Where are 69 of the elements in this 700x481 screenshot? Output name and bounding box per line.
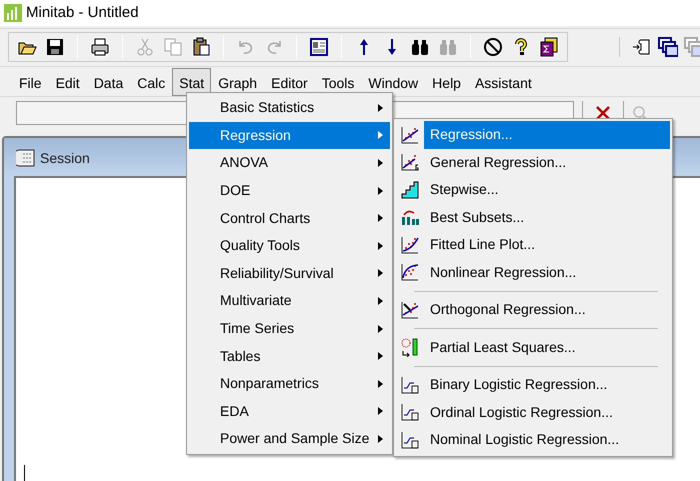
- menu-item[interactable]: Calc: [130, 68, 172, 96]
- menu-item[interactable]: Tools: [314, 68, 362, 96]
- window-icon[interactable]: [309, 36, 329, 56]
- submenu-arrow-icon: [378, 242, 383, 250]
- scroll-arrow-icon[interactable]: [632, 36, 652, 56]
- session-icon: [16, 149, 36, 167]
- windows-icon[interactable]: [658, 36, 678, 56]
- menu-entry[interactable]: Control Charts: [189, 204, 390, 232]
- scatterplot-icon: [400, 152, 420, 172]
- menu-item[interactable]: Window: [361, 68, 426, 96]
- submenu-arrow-icon: [378, 407, 383, 416]
- menu-entry[interactable]: Ordinal Logistic Regression...: [396, 398, 670, 426]
- s-curve-icon: [400, 430, 420, 450]
- curve-plot-icon: [400, 262, 420, 282]
- menu-entry[interactable]: Nominal Logistic Regression...: [396, 426, 670, 454]
- printer-icon[interactable]: [90, 36, 110, 56]
- menu-entry[interactable]: Nonlinear Regression...: [396, 258, 670, 286]
- menu-entry[interactable]: Best Subsets...: [396, 204, 670, 231]
- menu-item[interactable]: Edit: [48, 68, 87, 96]
- menu-item[interactable]: Assistant: [468, 68, 539, 96]
- scatterplot-icon: [400, 300, 420, 320]
- clipboard-icon[interactable]: [191, 36, 211, 56]
- submenu-arrow-icon: [378, 104, 383, 112]
- menu-entry[interactable]: Tables: [189, 342, 390, 370]
- submenu-arrow-icon: [378, 380, 383, 388]
- menu-item[interactable]: Graph: [211, 68, 264, 96]
- curve-plot-icon: [400, 234, 420, 255]
- s-curve-icon: [400, 374, 420, 395]
- menu-entry[interactable]: Stepwise...: [396, 176, 670, 204]
- app-logo-icon: [4, 4, 22, 22]
- submenu-arrow-icon: [378, 131, 383, 140]
- close-icon[interactable]: [595, 104, 611, 120]
- menu-entry[interactable]: ANOVA: [189, 149, 390, 177]
- prohibited-icon[interactable]: [483, 36, 503, 56]
- pages-icon[interactable]: [539, 36, 559, 56]
- menu-entry[interactable]: Reliability/Survival: [189, 260, 390, 288]
- submenu-arrow-icon: [378, 186, 383, 195]
- submenu-arrow-icon: [378, 296, 383, 305]
- submenu-arrow-icon: [378, 352, 383, 360]
- menu-entry[interactable]: Regression: [189, 122, 390, 150]
- submenu-arrow-icon: [378, 269, 383, 278]
- menu-item[interactable]: Data: [86, 68, 130, 96]
- menu-entry[interactable]: General Regression...: [396, 148, 670, 176]
- menu-item[interactable]: File: [12, 68, 49, 96]
- window-title: Minitab - Untitled: [26, 2, 139, 23]
- menu-entry[interactable]: Quality Tools: [189, 232, 390, 260]
- submenu-arrow-icon: [378, 324, 383, 333]
- submenu-arrow-icon: [378, 434, 383, 443]
- menu-entry[interactable]: Power and Sample Size: [189, 425, 390, 453]
- submenu-arrow-icon: [378, 214, 383, 222]
- menu-entry[interactable]: Basic Statistics: [189, 94, 390, 122]
- submenu-arrow-icon: [378, 158, 383, 167]
- menu-entry[interactable]: Time Series: [189, 314, 390, 342]
- scatterplot-icon: [400, 124, 420, 145]
- menu-item[interactable]: Stat: [172, 68, 212, 96]
- menu-entry[interactable]: Nonparametrics: [189, 370, 390, 398]
- s-curve-icon: [400, 402, 420, 422]
- menu-entry[interactable]: Orthogonal Regression...: [396, 286, 670, 324]
- menu-entry[interactable]: Partial Least Squares...: [396, 324, 670, 361]
- session-title: Session: [40, 148, 90, 168]
- column-icon: [400, 337, 420, 358]
- menu-entry[interactable]: EDA: [189, 398, 390, 426]
- menu-item[interactable]: Editor: [264, 68, 315, 96]
- menu-entry[interactable]: Binary Logistic Regression...: [396, 361, 670, 398]
- staircase-icon: [400, 180, 420, 200]
- menu-item[interactable]: Help: [425, 68, 468, 96]
- menu-entry[interactable]: Fitted Line Plot...: [396, 231, 670, 258]
- menu-entry[interactable]: Multivariate: [189, 287, 390, 315]
- menu-entry[interactable]: DOE: [189, 176, 390, 204]
